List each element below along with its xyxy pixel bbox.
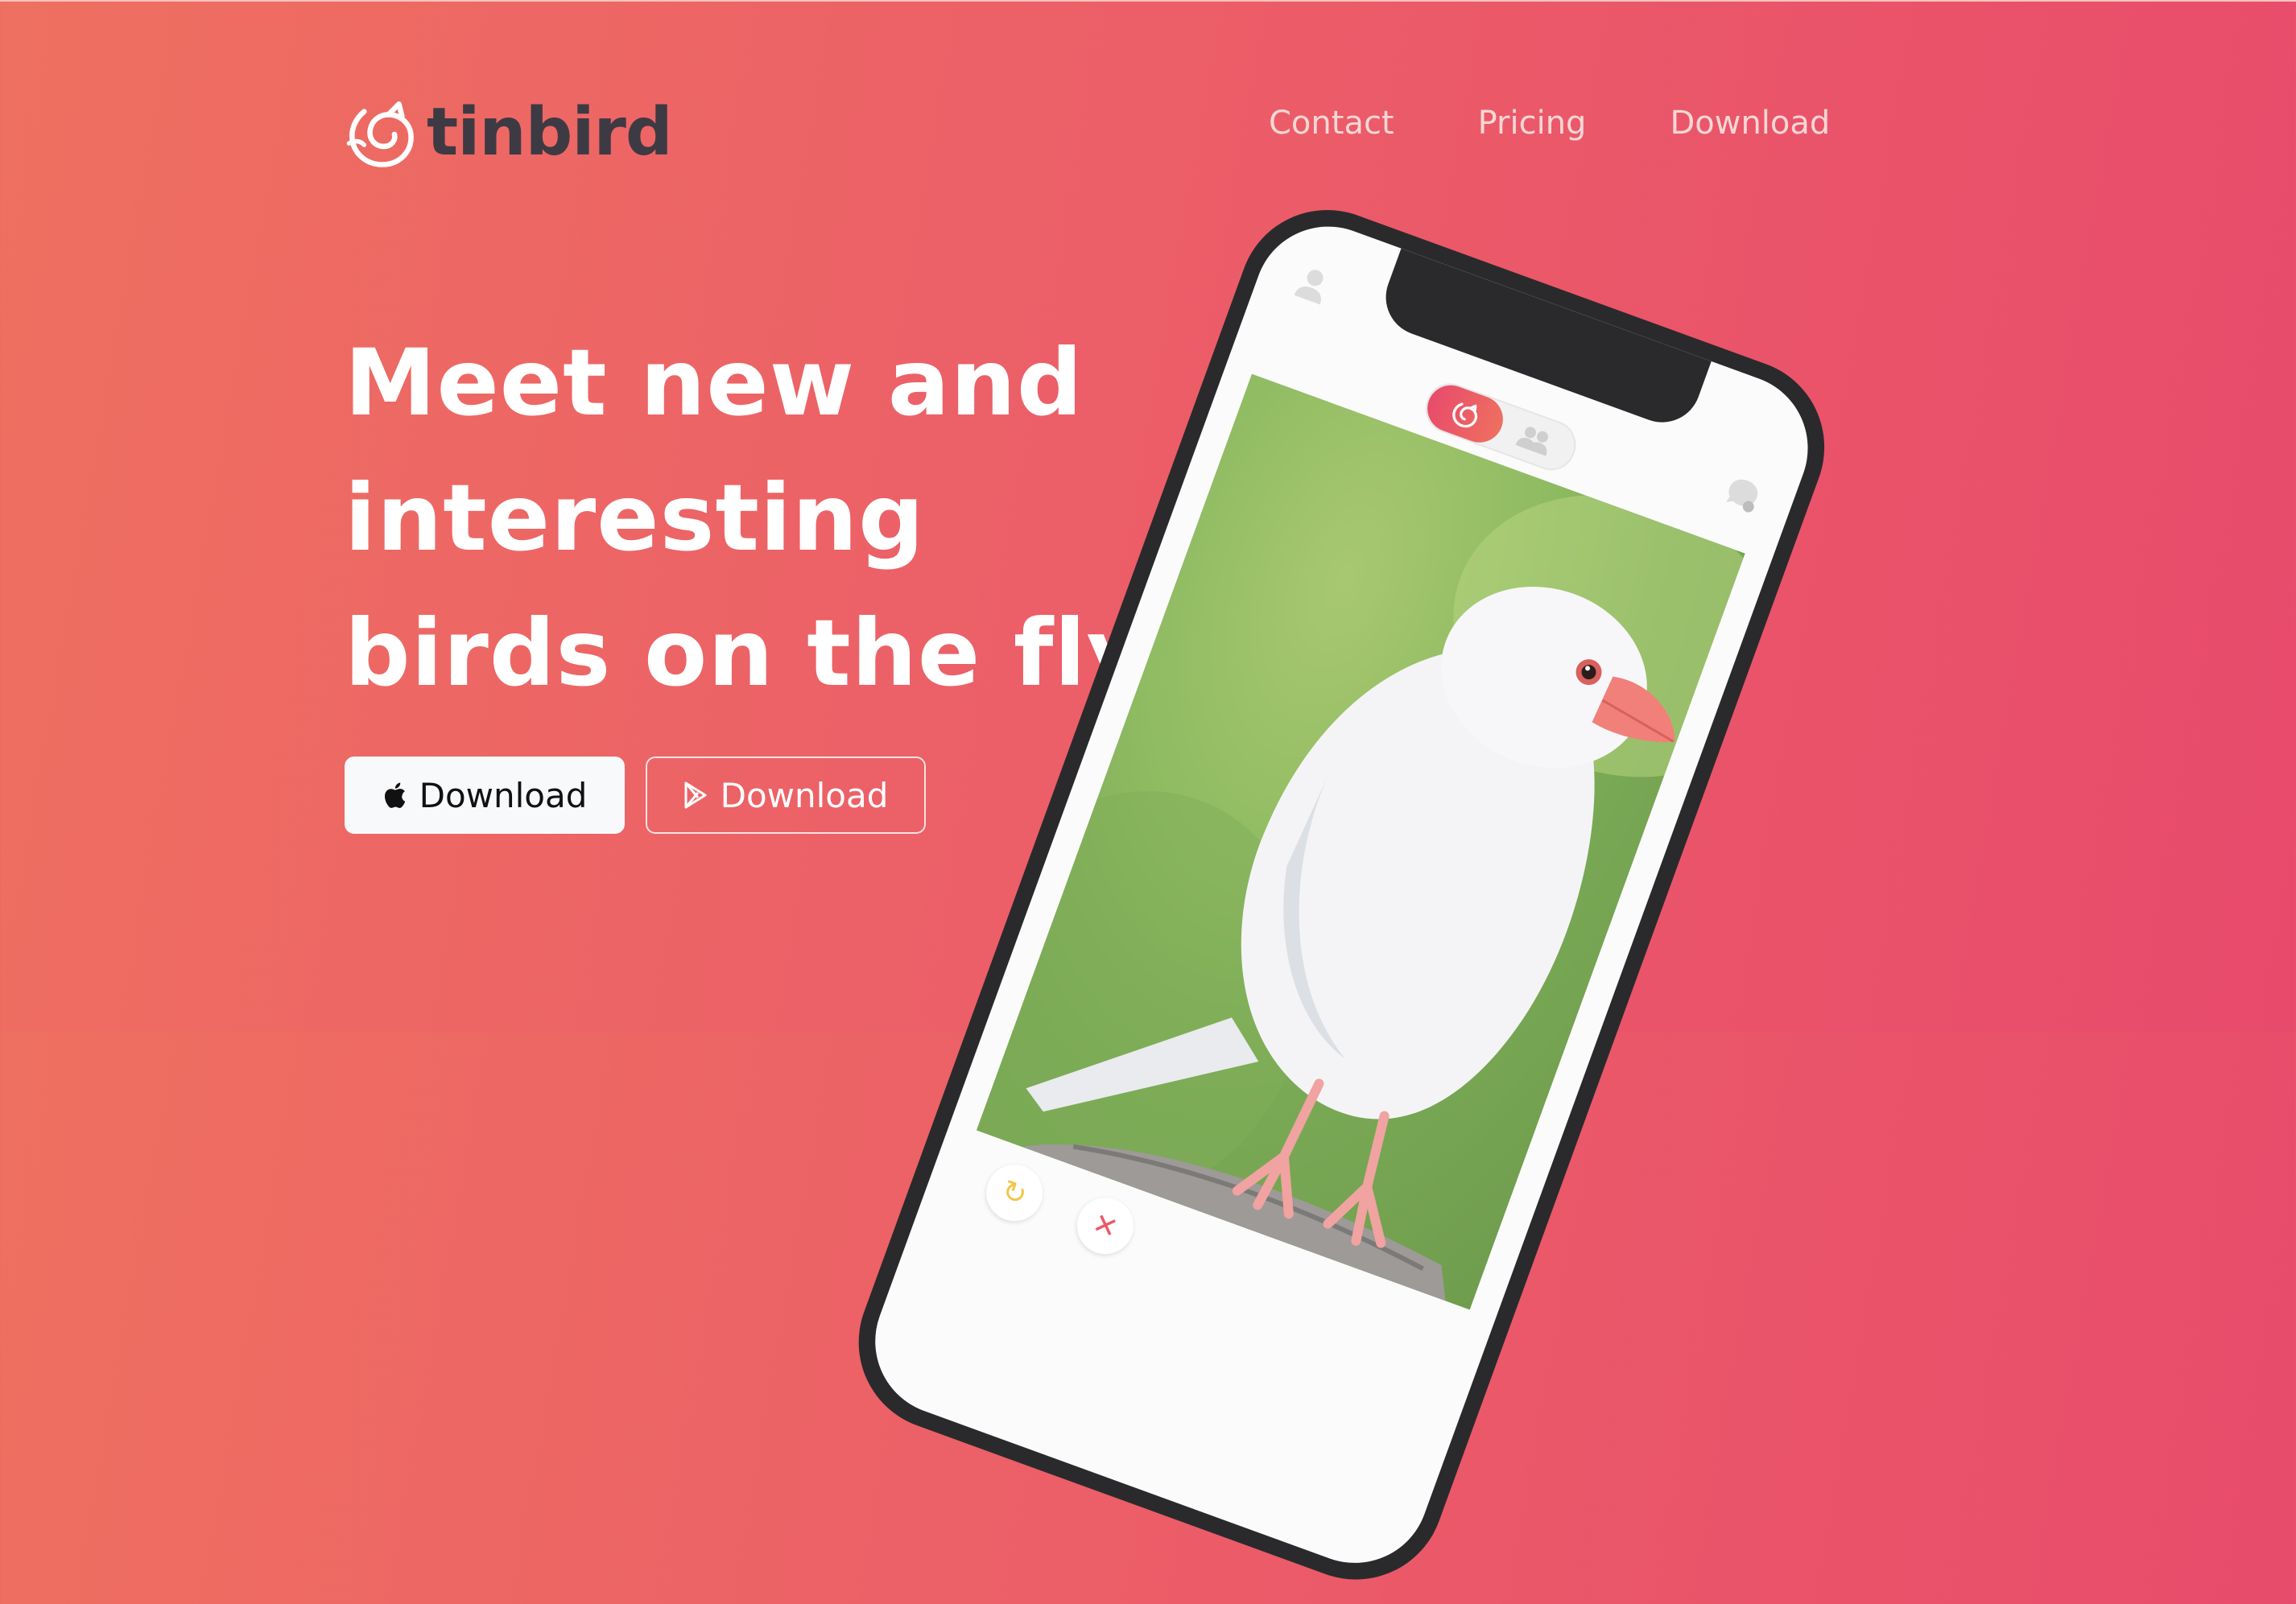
profile-icon[interactable] bbox=[1292, 263, 1333, 307]
headline-line-1: Meet new and bbox=[345, 329, 1084, 436]
brand-name: tinbird bbox=[427, 94, 673, 171]
app-store-download-button[interactable]: Download bbox=[345, 757, 625, 834]
brand-logo[interactable]: tinbird bbox=[343, 94, 673, 171]
chat-icon[interactable] bbox=[1720, 472, 1765, 517]
play-store-download-button[interactable]: Download bbox=[646, 757, 926, 834]
play-store-download-label: Download bbox=[720, 775, 889, 815]
nav-download-link[interactable]: Download bbox=[1670, 105, 1830, 142]
dislike-icon: ✕ bbox=[1088, 1206, 1123, 1246]
play-store-icon bbox=[684, 781, 707, 809]
tinbird-logo-icon bbox=[346, 101, 414, 167]
top-border bbox=[0, 0, 2296, 2]
undo-button[interactable]: ↻ bbox=[978, 1157, 1051, 1230]
bird-icon bbox=[1452, 402, 1478, 428]
top-nav: Contact Pricing Download bbox=[1269, 105, 1830, 142]
nav-pricing-link[interactable]: Pricing bbox=[1478, 105, 1587, 142]
hero-headline: Meet new and interesting birds on the fl… bbox=[345, 315, 1190, 721]
group-icon[interactable] bbox=[1514, 422, 1556, 456]
undo-icon: ↻ bbox=[997, 1173, 1032, 1213]
headline-line-3: birds on the fly. bbox=[345, 600, 1175, 707]
nav-contact-link[interactable]: Contact bbox=[1269, 105, 1394, 142]
headline-line-2: interesting bbox=[345, 464, 925, 571]
dislike-button[interactable]: ✕ bbox=[1069, 1190, 1142, 1263]
apple-icon bbox=[384, 782, 405, 808]
app-store-download-label: Download bbox=[419, 775, 588, 815]
toggle-active-bird[interactable] bbox=[1420, 378, 1510, 449]
